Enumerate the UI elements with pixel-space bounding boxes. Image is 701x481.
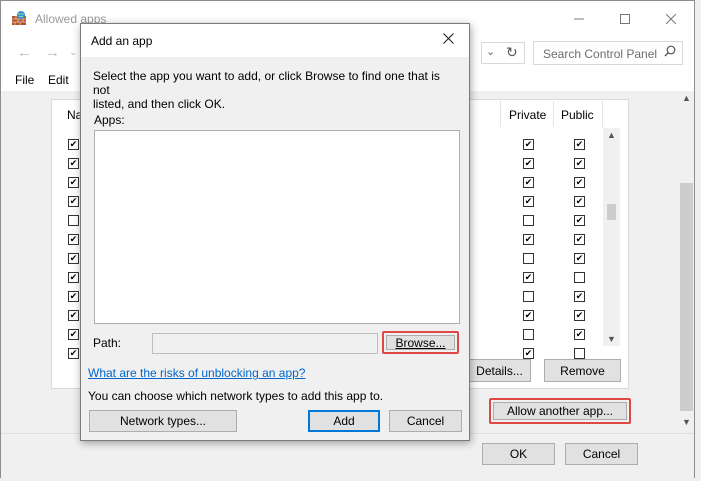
close-button[interactable] (648, 1, 694, 37)
back-arrow-icon[interactable]: ← (17, 44, 32, 61)
ok-button[interactable]: OK (482, 443, 555, 465)
row-enabled-checkbox[interactable]: ✔ (68, 158, 79, 169)
menu-file[interactable]: File (15, 73, 34, 87)
scroll-up-icon[interactable]: ▲ (682, 93, 691, 103)
row-private-checkbox[interactable]: ✔ (523, 310, 534, 321)
row-enabled-checkbox[interactable]: ✔ (68, 272, 79, 283)
details-button[interactable]: Details... (468, 359, 531, 382)
highlight-box: Allow another app... (489, 398, 631, 424)
dialog-close-icon[interactable] (443, 33, 454, 47)
search-input[interactable]: Search Control Panel (533, 41, 683, 65)
apps-label: Apps: (94, 113, 125, 127)
row-private-checkbox[interactable]: ✔ (523, 196, 534, 207)
refresh-icon[interactable]: ↻ (506, 44, 518, 61)
path-label: Path: (93, 336, 122, 350)
row-public-checkbox[interactable] (574, 272, 585, 283)
list-scrollbar[interactable]: ▲ ▼ (603, 128, 620, 346)
minimize-button[interactable] (556, 1, 602, 37)
window-scrollbar[interactable]: ▲ ▼ (679, 91, 694, 433)
row-public-checkbox[interactable]: ✔ (574, 253, 585, 264)
row-enabled-checkbox[interactable]: ✔ (68, 196, 79, 207)
window-scroll-thumb[interactable] (680, 183, 693, 411)
row-public-checkbox[interactable]: ✔ (574, 291, 585, 302)
row-enabled-checkbox[interactable]: ✔ (68, 234, 79, 245)
column-divider (602, 101, 603, 127)
dialog-title-bar: Add an app (81, 24, 469, 57)
highlight-box: Browse... (382, 331, 459, 354)
row-public-checkbox[interactable]: ✔ (574, 215, 585, 226)
row-enabled-checkbox[interactable]: ✔ (68, 348, 79, 359)
row-enabled-checkbox[interactable]: ✔ (68, 253, 79, 264)
minimize-icon (574, 18, 584, 20)
row-private-checkbox[interactable] (523, 253, 534, 264)
apps-listbox[interactable] (94, 130, 460, 324)
network-types-button[interactable]: Network types... (89, 410, 237, 432)
remove-button[interactable]: Remove (544, 359, 621, 382)
row-enabled-checkbox[interactable]: ✔ (68, 291, 79, 302)
forward-arrow-icon[interactable]: → (45, 44, 60, 61)
row-private-checkbox[interactable] (523, 329, 534, 340)
dialog-instructions: Select the app you want to add, or click… (93, 69, 459, 111)
address-bar[interactable]: ⌄ ↻ (481, 42, 525, 64)
row-public-checkbox[interactable]: ✔ (574, 234, 585, 245)
network-types-label: Network types... (119, 414, 207, 428)
maximize-icon (620, 14, 630, 24)
row-private-checkbox[interactable]: ✔ (523, 139, 534, 150)
row-enabled-checkbox[interactable] (68, 215, 79, 226)
row-enabled-checkbox[interactable]: ✔ (68, 139, 79, 150)
recent-chevron-icon[interactable]: ⌄ (69, 47, 77, 58)
row-private-checkbox[interactable] (523, 215, 534, 226)
close-icon (666, 14, 676, 24)
row-private-checkbox[interactable]: ✔ (523, 234, 534, 245)
add-app-dialog: Add an app Select the app you want to ad… (80, 23, 470, 441)
row-public-checkbox[interactable]: ✔ (574, 139, 585, 150)
path-field[interactable] (152, 333, 378, 354)
row-enabled-checkbox[interactable]: ✔ (68, 177, 79, 188)
browse-button[interactable]: Browse... (386, 335, 455, 350)
row-public-checkbox[interactable] (574, 348, 585, 359)
browse-label: Browse... (395, 335, 446, 350)
row-public-checkbox[interactable]: ✔ (574, 196, 585, 207)
dialog-title: Add an app (91, 34, 153, 48)
address-dropdown-icon[interactable]: ⌄ (486, 45, 495, 58)
row-private-checkbox[interactable]: ✔ (523, 348, 534, 359)
instruction-line-2: listed, and then click OK. (93, 97, 226, 111)
row-private-checkbox[interactable]: ✔ (523, 177, 534, 188)
scroll-up-icon[interactable]: ▲ (607, 130, 616, 140)
row-private-checkbox[interactable]: ✔ (523, 272, 534, 283)
row-public-checkbox[interactable]: ✔ (574, 310, 585, 321)
row-private-checkbox[interactable]: ✔ (523, 158, 534, 169)
search-icon (664, 45, 676, 60)
row-public-checkbox[interactable]: ✔ (574, 329, 585, 340)
row-enabled-checkbox[interactable]: ✔ (68, 329, 79, 340)
dialog-cancel-button[interactable]: Cancel (389, 410, 462, 432)
allow-another-app-button[interactable]: Allow another app... (493, 402, 627, 420)
scroll-down-icon[interactable]: ▼ (607, 334, 616, 344)
list-scroll-thumb[interactable] (607, 204, 616, 220)
search-placeholder: Search Control Panel (543, 47, 658, 61)
add-button[interactable]: Add (308, 410, 380, 432)
row-public-checkbox[interactable]: ✔ (574, 177, 585, 188)
menu-edit[interactable]: Edit (48, 73, 69, 87)
risks-link[interactable]: What are the risks of unblocking an app? (88, 366, 305, 380)
network-note: You can choose which network types to ad… (88, 389, 384, 403)
row-public-checkbox[interactable]: ✔ (574, 158, 585, 169)
scroll-down-icon[interactable]: ▼ (682, 417, 691, 427)
firewall-icon (11, 10, 27, 26)
maximize-button[interactable] (602, 1, 648, 37)
row-private-checkbox[interactable] (523, 291, 534, 302)
cancel-button[interactable]: Cancel (565, 443, 638, 465)
row-enabled-checkbox[interactable]: ✔ (68, 310, 79, 321)
instruction-line-1: Select the app you want to add, or click… (93, 69, 440, 97)
